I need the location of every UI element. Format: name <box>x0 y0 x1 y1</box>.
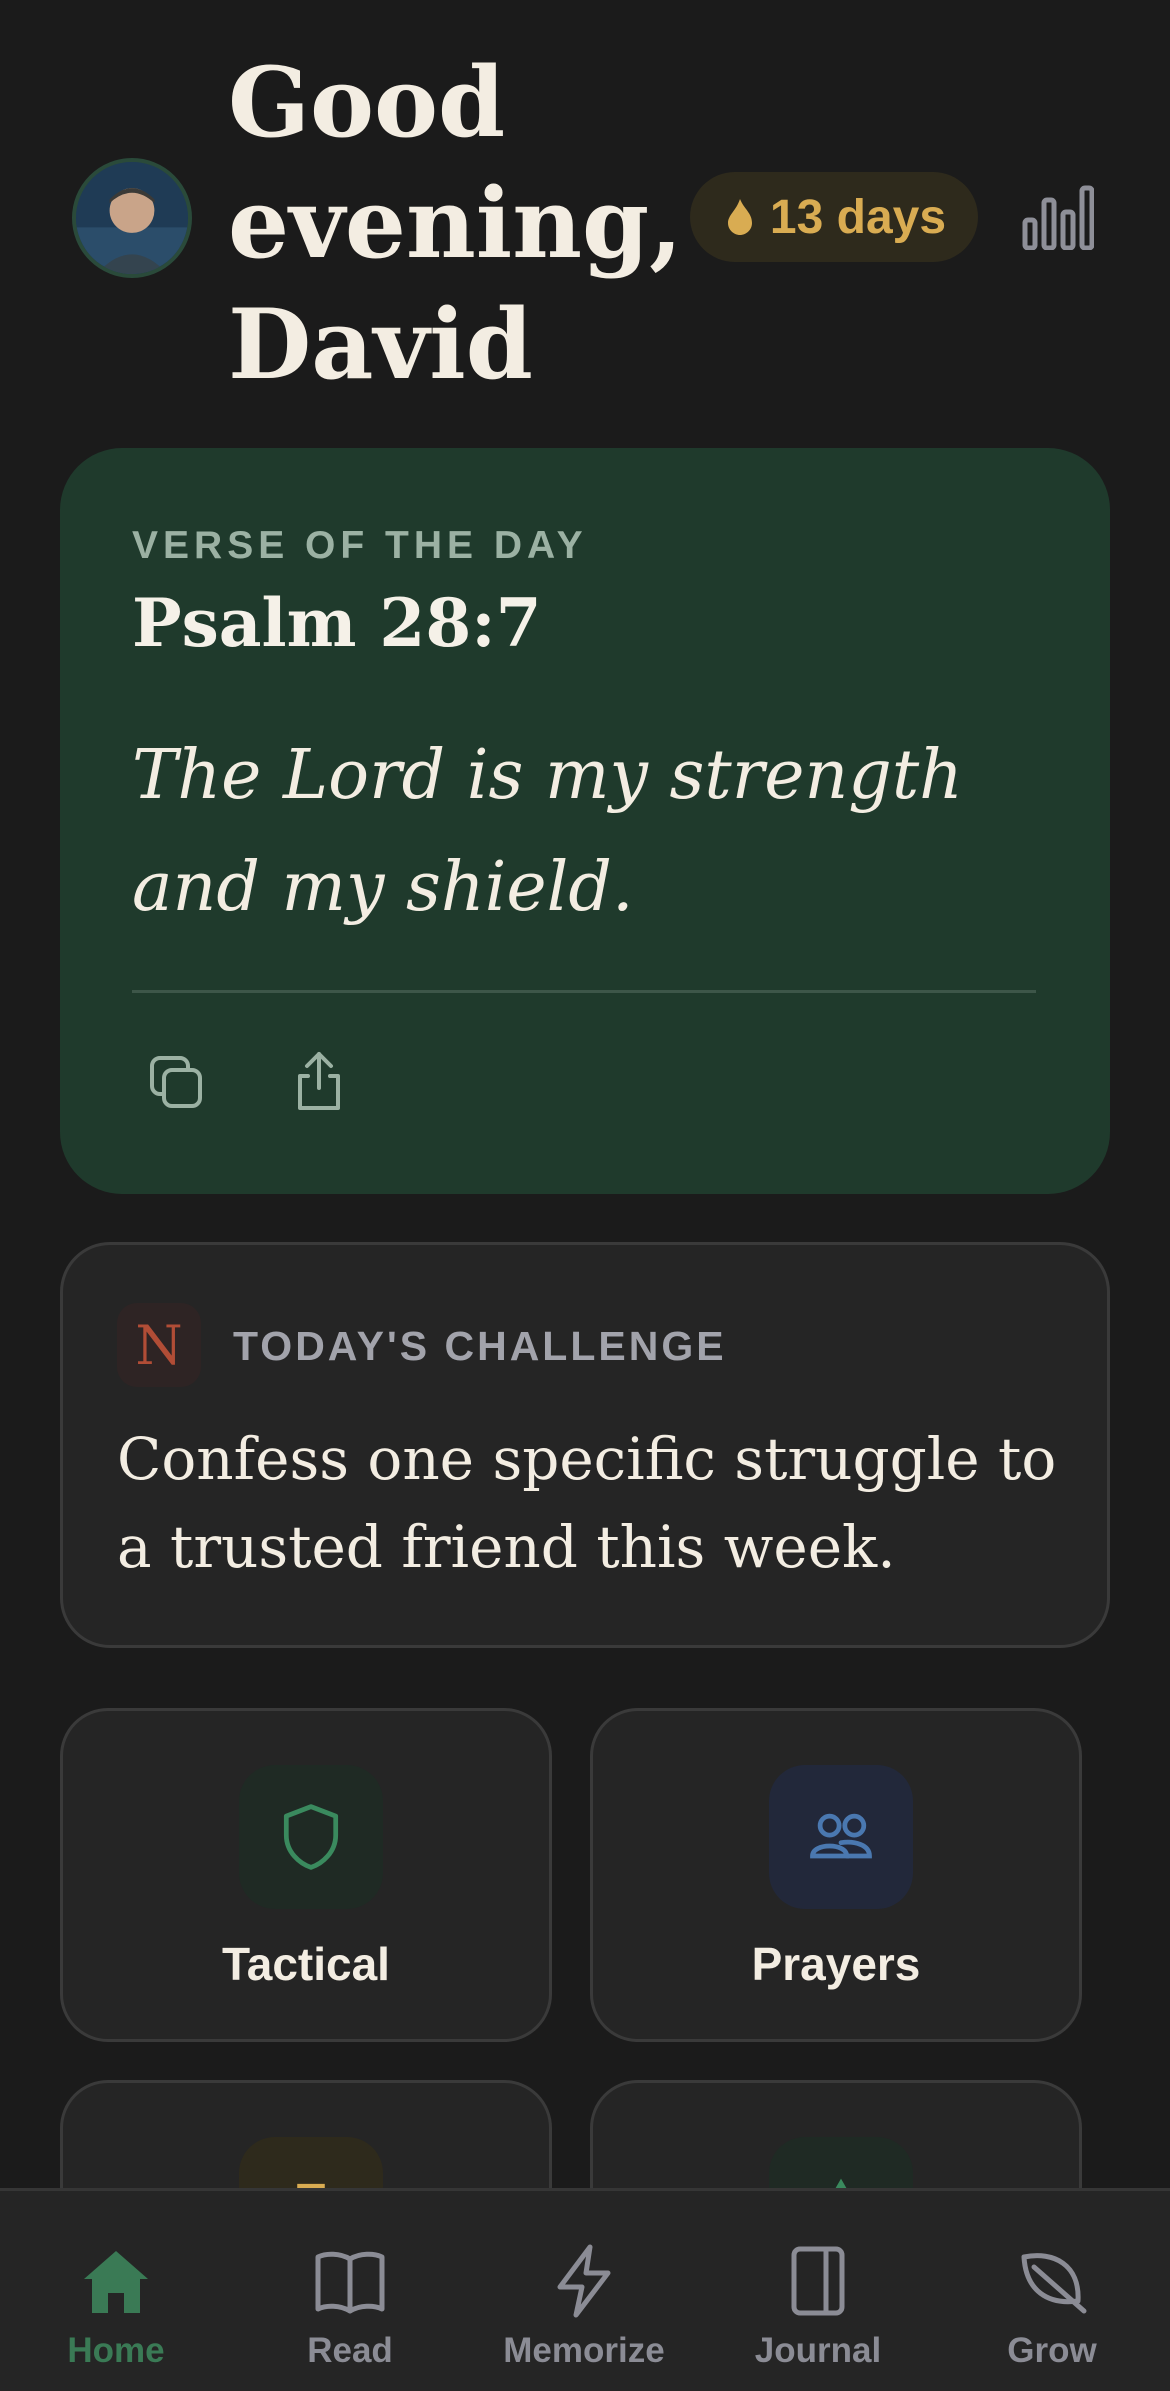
stats-button[interactable] <box>1022 184 1095 251</box>
streak-label: 13 days <box>769 190 947 244</box>
nav-label: Journal <box>754 2331 882 2370</box>
verse-of-the-day-card: VERSE OF THE DAY Psalm 28:7 The Lord is … <box>60 448 1110 1194</box>
share-button[interactable] <box>288 1048 350 1114</box>
verse-reference: Psalm 28:7 <box>132 584 542 662</box>
tile-prayers[interactable]: Prayers <box>590 1708 1082 2042</box>
greeting-title: Good evening, David <box>228 46 683 401</box>
todays-challenge-card[interactable]: N TODAY'S CHALLENGE Confess one specific… <box>60 1242 1110 1648</box>
nav-item-read[interactable]: Read <box>250 2243 450 2371</box>
journal-icon <box>791 2246 845 2316</box>
challenge-badge: N <box>117 1303 201 1387</box>
shield-icon <box>283 1804 339 1870</box>
nav-item-grow[interactable]: Grow <box>952 2243 1152 2371</box>
people-icon <box>810 1813 872 1859</box>
avatar[interactable] <box>72 158 192 278</box>
copy-icon <box>150 1056 202 1108</box>
tile-label: Prayers <box>751 1938 921 1990</box>
tile-label: Tactical <box>222 1938 390 1990</box>
challenge-eyebrow: TODAY'S CHALLENGE <box>233 1323 727 1369</box>
nav-item-journal[interactable]: Journal <box>718 2243 918 2371</box>
verse-text: The Lord is my strength and my shield. <box>132 736 963 927</box>
book-icon <box>315 2251 385 2314</box>
verse-eyebrow: VERSE OF THE DAY <box>132 524 588 567</box>
bottom-nav: Home Read Memorize Journal Grow <box>0 2188 1170 2391</box>
challenge-text: Confess one specific struggle to a trust… <box>117 1425 1057 1581</box>
nav-label: Memorize <box>503 2331 665 2370</box>
bar-chart-icon <box>1022 185 1095 251</box>
nav-label: Grow <box>1007 2331 1097 2370</box>
nav-label: Read <box>307 2331 393 2370</box>
nav-label: Home <box>67 2331 165 2370</box>
nav-item-memorize[interactable]: Memorize <box>484 2243 684 2371</box>
lightning-icon <box>557 2244 611 2318</box>
tile-icon-bg <box>239 1765 383 1909</box>
copy-button[interactable] <box>146 1052 208 1114</box>
divider <box>132 990 1036 993</box>
tile-icon-bg <box>769 1765 913 1909</box>
tile-tactical[interactable]: Tactical <box>60 1708 552 2042</box>
streak-badge[interactable]: 13 days <box>690 172 978 262</box>
leaf-icon <box>1021 2253 1087 2314</box>
nav-item-home[interactable]: Home <box>16 2243 216 2371</box>
share-icon <box>298 1052 340 1110</box>
flame-icon <box>727 199 752 235</box>
home-icon <box>84 2251 148 2313</box>
